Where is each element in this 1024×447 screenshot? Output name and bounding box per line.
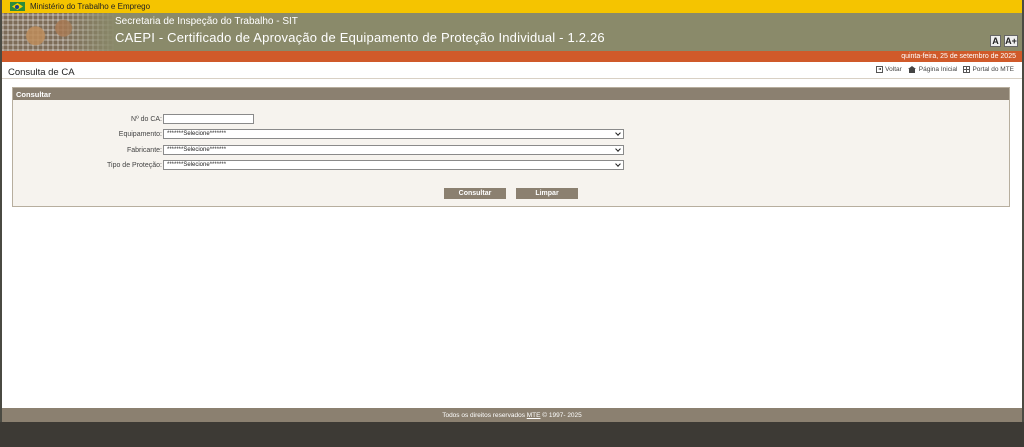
tipo-protecao-select[interactable]: *******Selecione******* [163,160,624,170]
home-icon [907,66,917,73]
page-title-row: Consulta de CA Voltar Página Inicial Por… [2,62,1022,79]
ca-number-input[interactable] [163,114,254,124]
fabricante-select[interactable]: *******Selecione******* [163,145,624,155]
increase-font-button[interactable]: A+ [1004,35,1018,47]
back-icon [876,66,884,73]
panel-heading: Consultar [13,88,1009,100]
back-link[interactable]: Voltar [876,66,902,73]
portal-link-label: Portal do MTE [972,66,1014,73]
footer: Todos os direitos reservados MTE © 1997-… [2,408,1022,422]
bottom-taskbar-area [0,422,1024,447]
chevron-down-icon [615,146,621,152]
equipamento-value: *******Selecione******* [167,131,227,137]
equipamento-select[interactable]: *******Selecione******* [163,129,624,139]
header-banner: Secretaria de Inspeção do Trabalho - SIT… [2,13,1022,51]
chevron-down-icon [615,130,621,136]
decrease-font-button[interactable]: A [990,35,1001,47]
header-subtitle: Secretaria de Inspeção do Trabalho - SIT [115,16,298,27]
back-link-label: Voltar [885,66,902,73]
tipo-protecao-label: Tipo de Proteção: [107,161,162,169]
page-title: Consulta de CA [8,67,75,78]
portal-icon [963,66,971,73]
tipo-protecao-value: *******Selecione******* [167,162,227,168]
current-date: quinta-feira, 25 de setembro de 2025 [901,53,1016,60]
header-title: CAEPI - Certificado de Aprovação de Equi… [115,30,605,45]
portal-link[interactable]: Portal do MTE [963,66,1014,73]
fabricante-label: Fabricante: [126,146,162,154]
home-link[interactable]: Página Inicial [907,66,958,73]
copyright-text: Todos os direitos reservados MTE © 1997-… [442,411,582,419]
tipo-protecao-row: Tipo de Proteção: *******Selecione******… [13,160,624,170]
ca-label: Nº do CA: [131,115,162,123]
limpar-button[interactable]: Limpar [516,188,578,199]
search-panel: Consultar Nº do CA: Equipamento: *******… [12,87,1010,207]
ministry-name[interactable]: Ministério do Trabalho e Emprego [30,2,150,11]
chevron-down-icon [615,161,621,167]
home-link-label: Página Inicial [918,66,958,73]
fabricante-row: Fabricante: *******Selecione******* [13,145,624,155]
fabricante-value: *******Selecione******* [167,147,227,153]
mte-abbreviation: MTE [526,411,541,419]
app-window: Ministério do Trabalho e Emprego Secreta… [0,0,1024,447]
page-nav: Voltar Página Inicial Portal do MTE [876,66,1014,73]
consultar-button[interactable]: Consultar [444,188,506,199]
equipamento-label: Equipamento: [118,130,162,138]
brazil-flag-icon [10,2,25,11]
ca-row: Nº do CA: [13,114,254,124]
date-bar: quinta-feira, 25 de setembro de 2025 [2,51,1022,62]
equipamento-row: Equipamento: *******Selecione******* [13,129,624,139]
government-bar: Ministério do Trabalho e Emprego [2,0,1022,13]
